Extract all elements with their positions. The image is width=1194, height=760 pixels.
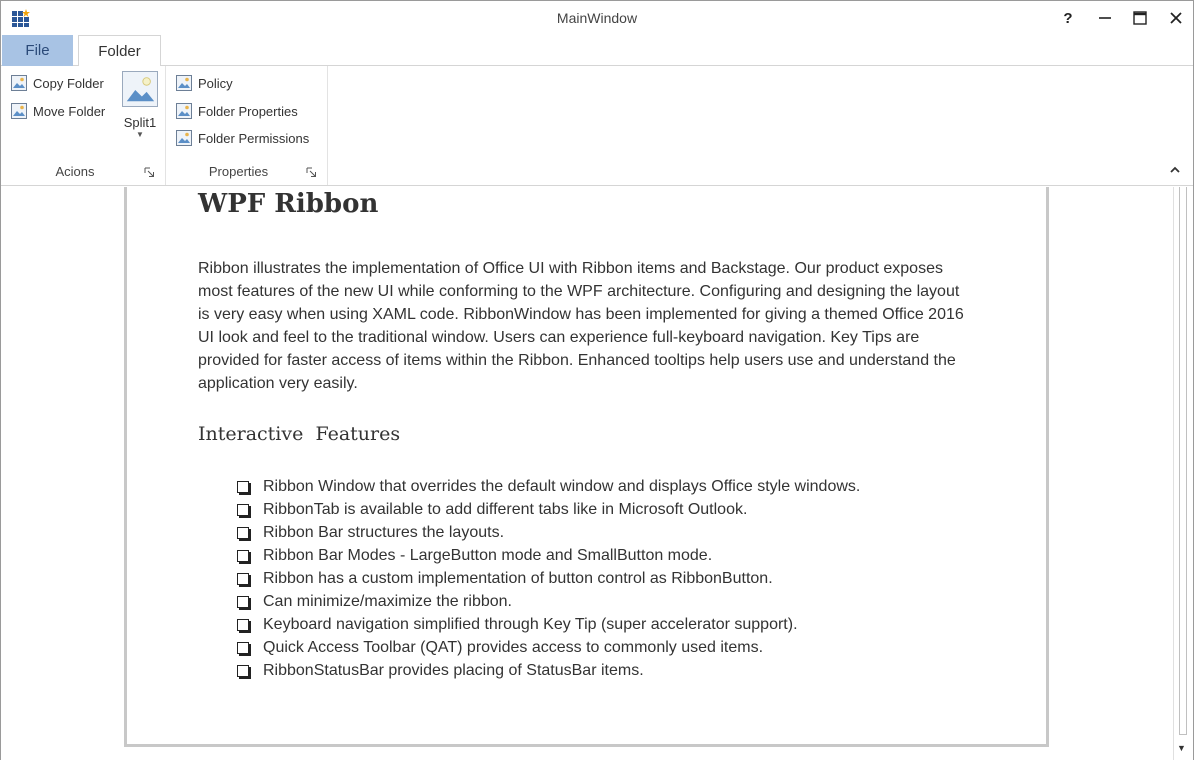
policy-button[interactable]: Policy — [176, 72, 233, 94]
checkbox-bullet-icon — [237, 664, 249, 677]
scrollbar-thumb[interactable] — [1179, 187, 1187, 735]
checkbox-bullet-icon — [237, 480, 249, 493]
move-folder-label: Move Folder — [33, 103, 106, 119]
list-item-text: Ribbon has a custom implementation of bu… — [263, 569, 773, 587]
move-folder-button[interactable]: Move Folder — [11, 100, 105, 122]
minimize-icon — [1099, 17, 1111, 19]
split1-button[interactable]: Split1 ▼ — [119, 70, 161, 146]
main-window: MainWindow ? File Folder Copy Folder Mov… — [0, 0, 1194, 760]
close-button[interactable] — [1163, 6, 1189, 30]
close-icon — [1170, 12, 1182, 24]
maximize-icon — [1133, 11, 1147, 25]
list-item: Ribbon Window that overrides the default… — [237, 475, 860, 498]
list-item-text: Keyboard navigation simplified through K… — [263, 615, 798, 633]
vertical-scrollbar[interactable]: ▼ — [1173, 187, 1193, 760]
dialog-launcher-icon[interactable] — [144, 167, 155, 178]
scroll-down-icon[interactable]: ▼ — [1177, 743, 1186, 753]
copy-folder-label: Copy Folder — [33, 75, 104, 91]
ribbon-tab-strip: File Folder — [1, 35, 1193, 67]
checkbox-bullet-icon — [237, 572, 249, 585]
folder-properties-button[interactable]: Folder Properties — [176, 100, 298, 122]
folder-permissions-label: Folder Permissions — [198, 130, 310, 146]
ribbon-group-properties: Policy Folder Properties Folder Permissi… — [166, 66, 328, 185]
list-item-text: Ribbon Bar Modes - LargeButton mode and … — [263, 546, 713, 564]
checkbox-bullet-icon — [237, 641, 249, 654]
picture-icon — [176, 75, 192, 91]
group-label-properties: Properties — [208, 164, 269, 179]
folder-permissions-button[interactable]: Folder Permissions — [176, 127, 309, 149]
list-item: Ribbon Bar structures the layouts. — [237, 521, 860, 544]
minimize-button[interactable] — [1092, 6, 1118, 30]
list-item: Ribbon Bar Modes - LargeButton mode and … — [237, 544, 860, 567]
list-item-text: RibbonTab is available to add different … — [263, 500, 748, 518]
list-item-text: RibbonStatusBar provides placing of Stat… — [263, 661, 644, 679]
picture-icon — [11, 75, 27, 91]
document-viewer[interactable]: WPF Ribbon Ribbon illustrates the implem… — [1, 187, 1173, 760]
split1-label: Split1 — [123, 115, 157, 130]
list-item-text: Ribbon Window that overrides the default… — [263, 477, 861, 495]
document-paragraph: Ribbon illustrates the implementation of… — [198, 260, 964, 392]
list-item: Quick Access Toolbar (QAT) provides acce… — [237, 636, 860, 659]
folder-properties-label: Folder Properties — [198, 103, 298, 119]
document-subheading: Interactive Features — [198, 423, 401, 445]
policy-label: Policy — [198, 75, 233, 91]
maximize-button[interactable] — [1127, 6, 1153, 30]
picture-icon — [122, 71, 158, 107]
list-item-text: Can minimize/maximize the ribbon. — [263, 592, 512, 610]
list-item: Can minimize/maximize the ribbon. — [237, 590, 860, 613]
picture-icon — [11, 103, 27, 119]
list-item-text: Quick Access Toolbar (QAT) provides acce… — [263, 638, 764, 656]
checkbox-bullet-icon — [237, 595, 249, 608]
collapse-ribbon-icon[interactable] — [1167, 163, 1183, 177]
ribbon-group-actions: Copy Folder Move Folder Split1 ▼ Acions — [1, 66, 166, 185]
window-title: MainWindow — [556, 10, 638, 26]
dropdown-arrow-icon[interactable]: ▼ — [119, 130, 161, 139]
tab-file[interactable]: File — [2, 35, 73, 66]
copy-folder-button[interactable]: Copy Folder — [11, 72, 104, 94]
checkbox-bullet-icon — [237, 618, 249, 631]
tab-folder[interactable]: Folder — [78, 35, 161, 67]
dialog-launcher-icon[interactable] — [306, 167, 317, 178]
picture-icon — [176, 130, 192, 146]
feature-list: Ribbon Window that overrides the default… — [237, 475, 860, 682]
help-button[interactable]: ? — [1055, 6, 1081, 30]
title-bar[interactable]: MainWindow ? — [1, 1, 1193, 35]
list-item-text: Ribbon Bar structures the layouts. — [263, 523, 505, 541]
document-title: WPF Ribbon — [198, 189, 379, 219]
picture-icon — [176, 103, 192, 119]
list-item: RibbonStatusBar provides placing of Stat… — [237, 659, 860, 682]
group-label-actions: Acions — [55, 164, 95, 179]
checkbox-bullet-icon — [237, 503, 249, 516]
list-item: RibbonTab is available to add different … — [237, 498, 860, 521]
list-item: Keyboard navigation simplified through K… — [237, 613, 860, 636]
checkbox-bullet-icon — [237, 549, 249, 562]
list-item: Ribbon has a custom implementation of bu… — [237, 567, 860, 590]
document-page: WPF Ribbon Ribbon illustrates the implem… — [124, 187, 1049, 747]
checkbox-bullet-icon — [237, 526, 249, 539]
ribbon-panel: Copy Folder Move Folder Split1 ▼ Acions … — [1, 66, 1193, 186]
